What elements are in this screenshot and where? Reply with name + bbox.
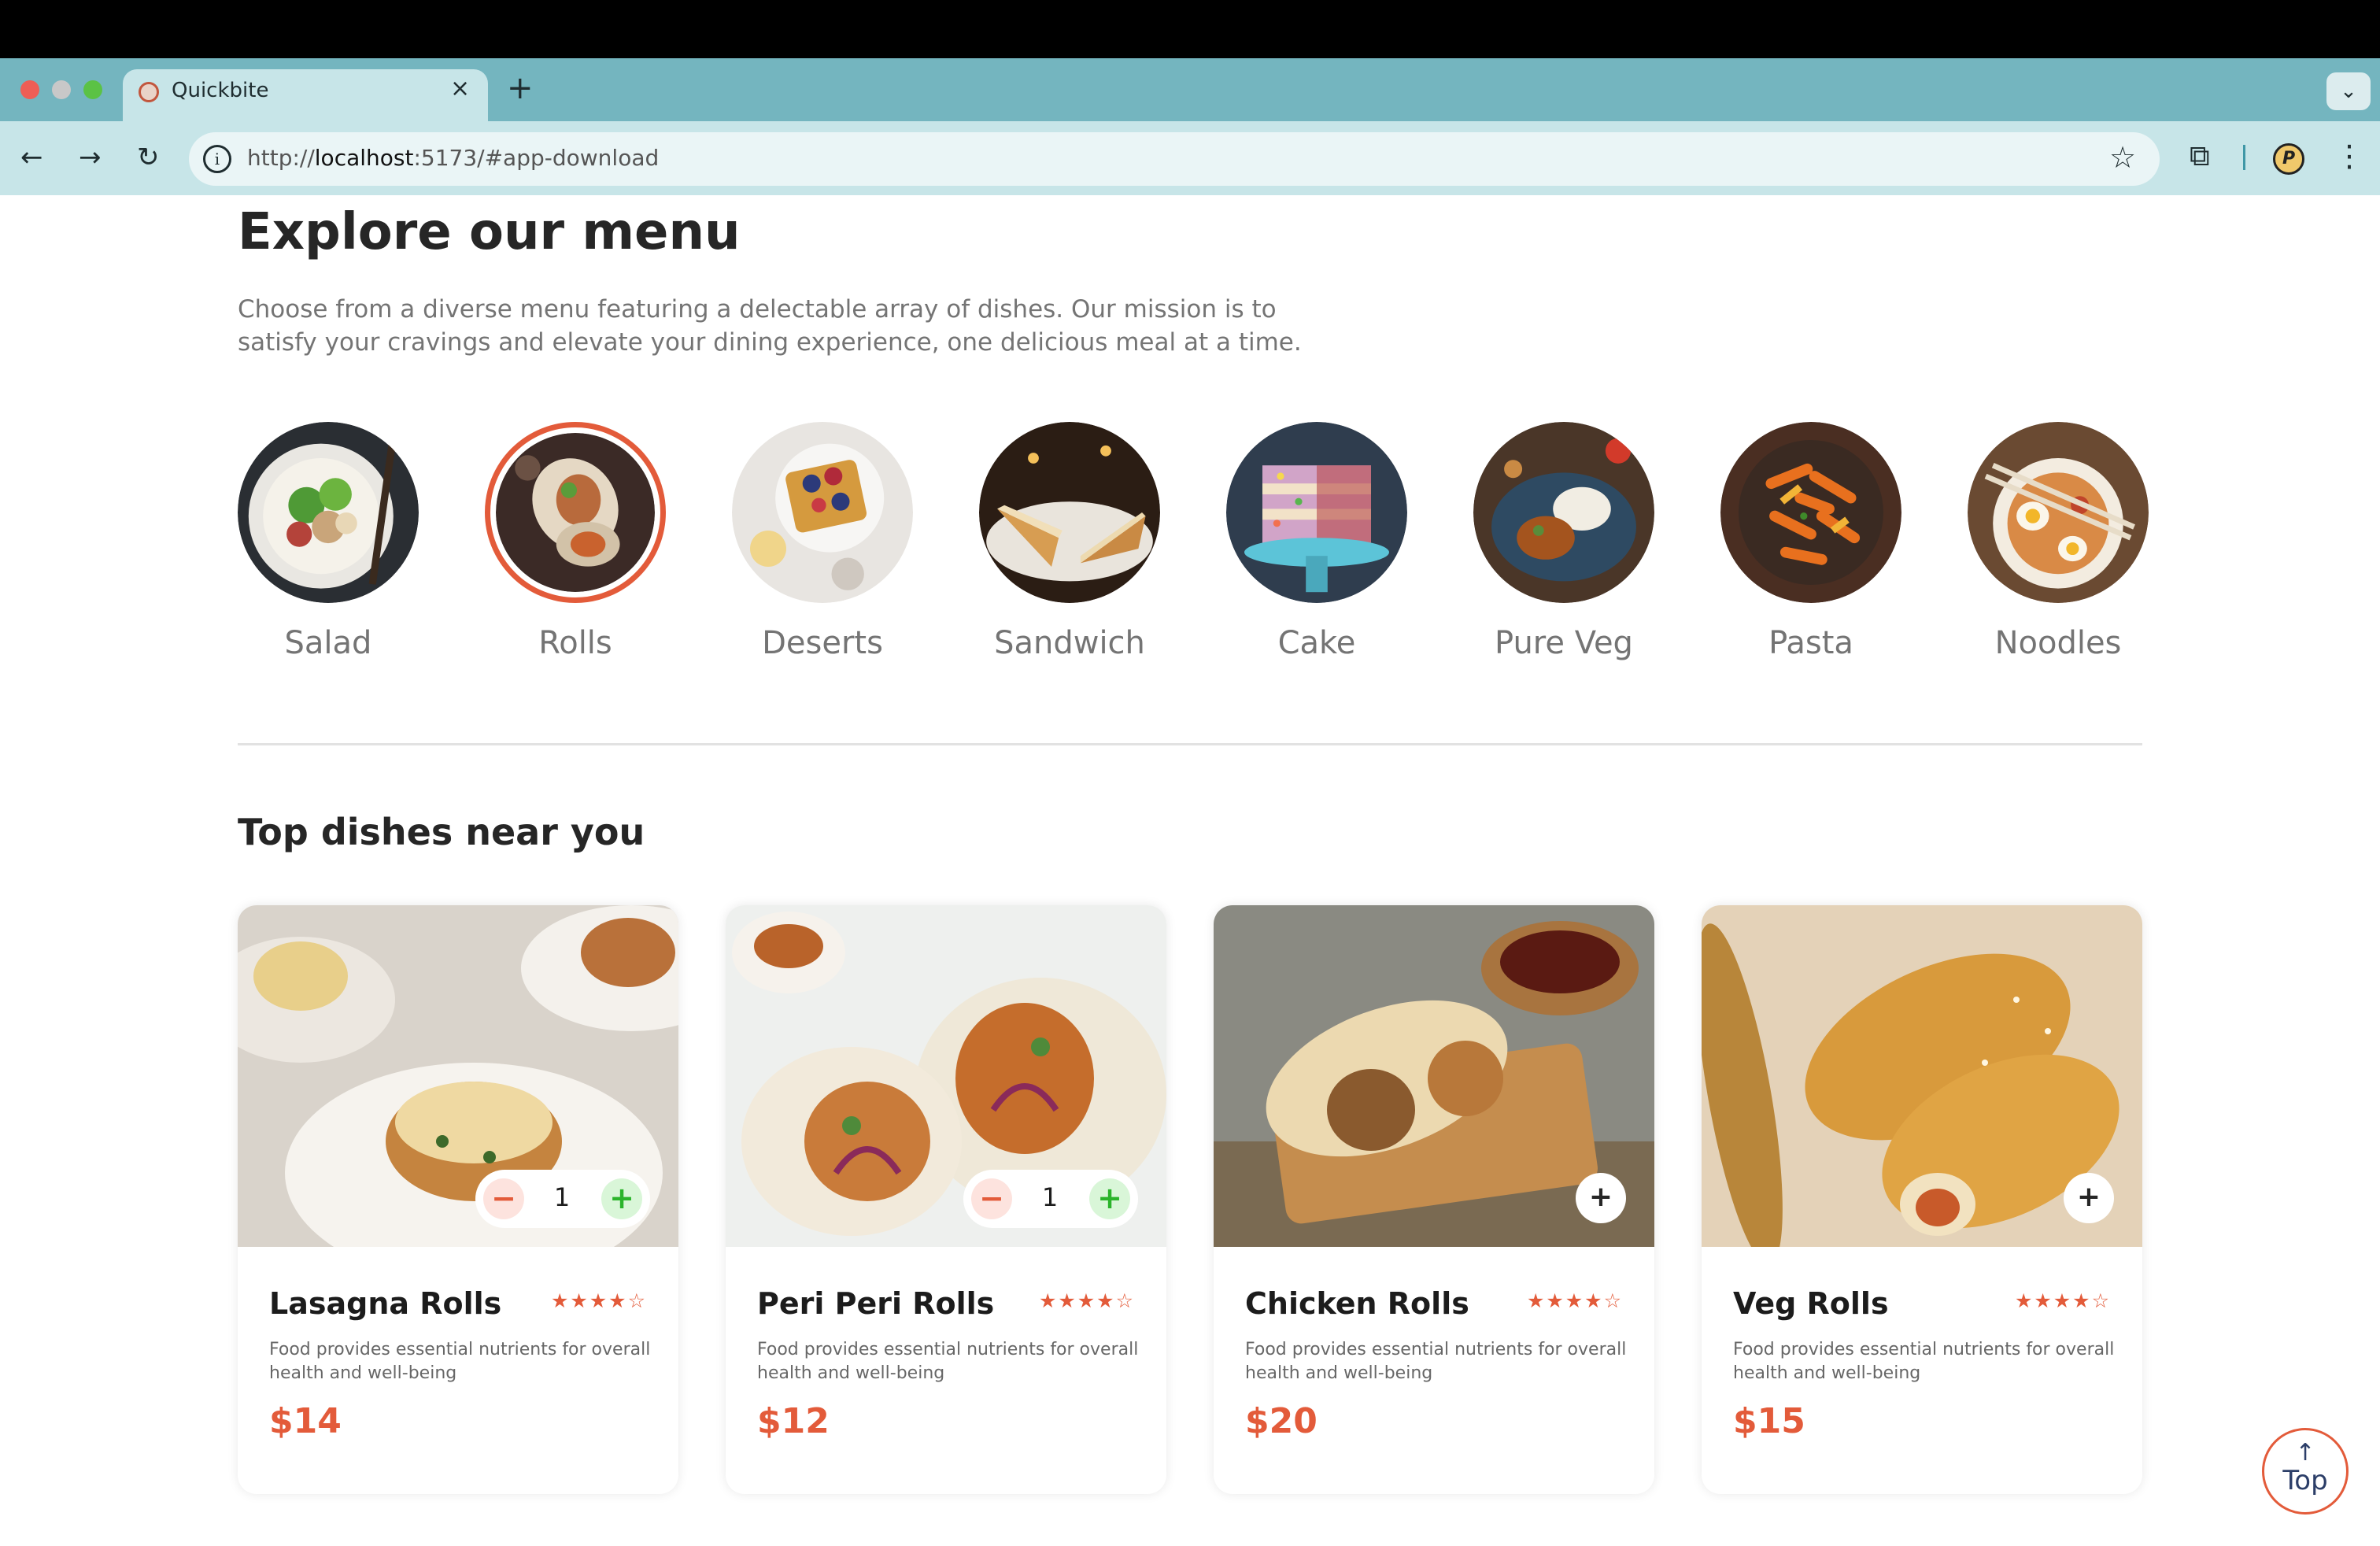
decrease-quantity-button[interactable]: − <box>971 1178 1012 1219</box>
url-path: :5173/#app-download <box>413 145 660 171</box>
rating-stars-icon: ★★★★☆ <box>550 1289 647 1312</box>
cake-image <box>1226 422 1407 603</box>
food-card-peri-peri-rolls[interactable]: − 1 + Peri Peri Rolls ★★★★☆ Food provide… <box>726 905 1166 1494</box>
category-label: Cake <box>1277 625 1356 661</box>
tab-title: Quickbite <box>172 79 269 102</box>
category-pasta[interactable]: Pasta <box>1720 422 1901 661</box>
food-name: Chicken Rolls <box>1245 1286 1469 1321</box>
category-rolls[interactable]: Rolls <box>485 422 666 661</box>
food-price: $12 <box>757 1401 830 1441</box>
deserts-image <box>732 422 913 603</box>
food-price: $14 <box>269 1401 342 1441</box>
window-minimize-button[interactable] <box>52 80 71 99</box>
window-close-button[interactable] <box>20 80 39 99</box>
back-icon[interactable]: ← <box>20 142 43 173</box>
food-image: + <box>1702 905 2142 1247</box>
rating-stars-icon: ★★★★☆ <box>1526 1289 1623 1312</box>
bookmark-star-icon[interactable]: ☆ <box>2109 140 2136 175</box>
quantity-stepper: − 1 + <box>963 1170 1138 1228</box>
food-card-veg-rolls[interactable]: + Veg Rolls ★★★★☆ Food provides essentia… <box>1702 905 2142 1494</box>
new-tab-button[interactable]: + <box>507 71 534 105</box>
extensions-icon[interactable]: ⧉ <box>2190 140 2210 173</box>
back-to-top-label: Top <box>2282 1465 2328 1496</box>
food-image: − 1 + <box>726 905 1166 1247</box>
rolls-image <box>485 422 666 603</box>
os-top-bar <box>0 0 2380 58</box>
site-info-icon[interactable]: i <box>203 145 231 173</box>
pasta-image <box>1720 422 1901 603</box>
category-sandwich[interactable]: Sandwich <box>979 422 1160 661</box>
food-image: + <box>1214 905 1654 1247</box>
forward-icon[interactable]: → <box>79 142 102 173</box>
food-card-chicken-rolls[interactable]: + Chicken Rolls ★★★★☆ Food provides esse… <box>1214 905 1654 1494</box>
food-price: $15 <box>1733 1401 1805 1441</box>
toolbar-divider <box>2243 145 2245 170</box>
category-deserts[interactable]: Deserts <box>732 422 913 661</box>
arrow-up-icon: ↑ <box>2295 1439 2315 1466</box>
noodles-image <box>1968 422 2149 603</box>
rating-stars-icon: ★★★★☆ <box>1038 1289 1135 1312</box>
food-description: Food provides essential nutrients for ov… <box>757 1340 1139 1383</box>
category-salad[interactable]: Salad <box>238 422 419 661</box>
category-label: Noodles <box>1994 625 2122 661</box>
url-host: localhost <box>314 145 414 171</box>
reload-icon[interactable]: ↻ <box>137 142 160 173</box>
category-cake[interactable]: Cake <box>1226 422 1407 661</box>
food-name: Veg Rolls <box>1733 1286 1889 1321</box>
category-label: Rolls <box>538 625 612 661</box>
section-divider <box>238 743 2142 745</box>
food-card-lasagna-rolls[interactable]: − 1 + Lasagna Rolls ★★★★☆ Food provides … <box>238 905 678 1494</box>
tab-search-button[interactable]: ⌄ <box>2326 72 2371 110</box>
food-description: Food provides essential nutrients for ov… <box>1733 1340 2115 1383</box>
back-to-top-button[interactable]: ↑ Top <box>2262 1428 2349 1515</box>
explore-menu-title: Explore our menu <box>238 203 741 261</box>
category-noodles[interactable]: Noodles <box>1968 422 2149 661</box>
food-image: − 1 + <box>238 905 678 1247</box>
category-pure-veg[interactable]: Pure Veg <box>1473 422 1654 661</box>
tab-close-icon[interactable]: × <box>450 76 470 102</box>
category-label: Deserts <box>762 625 883 661</box>
favicon-icon <box>139 82 159 102</box>
increase-quantity-button[interactable]: + <box>1089 1178 1130 1219</box>
decrease-quantity-button[interactable]: − <box>483 1178 524 1219</box>
food-name: Lasagna Rolls <box>269 1286 502 1321</box>
quantity-stepper: − 1 + <box>475 1170 650 1228</box>
url-text[interactable]: http://localhost:5173/#app-download <box>247 145 659 171</box>
url-prefix: http:// <box>247 145 315 171</box>
food-name: Peri Peri Rolls <box>757 1286 995 1321</box>
quantity-value: 1 <box>553 1182 571 1212</box>
rating-stars-icon: ★★★★☆ <box>2014 1289 2111 1312</box>
window-zoom-button[interactable] <box>83 80 102 99</box>
category-label: Pasta <box>1768 625 1853 661</box>
add-to-cart-button[interactable]: + <box>1576 1173 1626 1223</box>
top-dishes-title: Top dishes near you <box>238 811 645 853</box>
food-price: $20 <box>1245 1401 1318 1441</box>
food-description: Food provides essential nutrients for ov… <box>269 1340 651 1383</box>
category-label: Pure Veg <box>1495 625 1633 661</box>
add-to-cart-button[interactable]: + <box>2064 1173 2114 1223</box>
sandwich-image <box>979 422 1160 603</box>
more-menu-icon[interactable]: ⋮ <box>2334 139 2364 173</box>
increase-quantity-button[interactable]: + <box>601 1178 642 1219</box>
category-label: Sandwich <box>994 625 1145 661</box>
quantity-value: 1 <box>1041 1182 1059 1212</box>
pure-veg-image <box>1473 422 1654 603</box>
profile-avatar[interactable]: P <box>2273 143 2304 175</box>
food-description: Food provides essential nutrients for ov… <box>1245 1340 1627 1383</box>
explore-menu-description: Choose from a diverse menu featuring a d… <box>238 295 1302 357</box>
category-label: Salad <box>284 625 372 661</box>
salad-image <box>238 422 419 603</box>
